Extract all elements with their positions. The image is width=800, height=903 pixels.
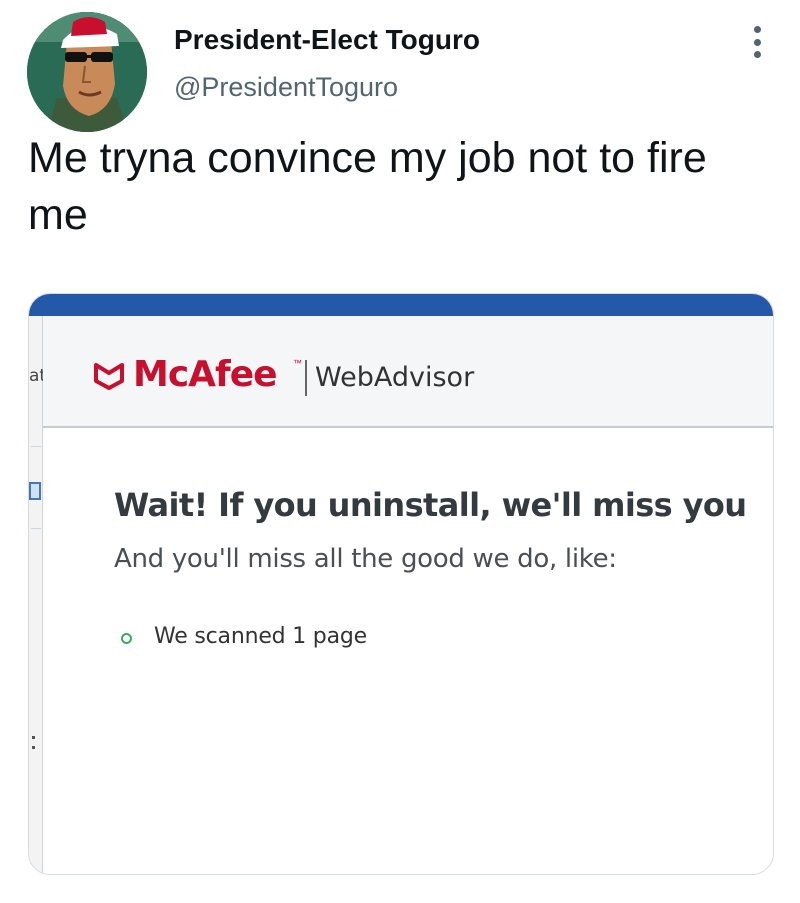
brand-divider <box>305 360 307 396</box>
mcafee-brand-name: McAfee <box>133 354 278 395</box>
browser-side-strip: at <box>29 316 46 874</box>
product-name: WebAdvisor <box>315 362 475 393</box>
mcafee-header: McAfee ™ WebAdvisor <box>43 316 773 428</box>
mcafee-shield-icon <box>94 363 124 390</box>
avatar-image <box>27 12 147 132</box>
trademark-mark: ™ <box>293 358 302 368</box>
more-dot <box>753 26 761 33</box>
side-divider <box>31 528 41 529</box>
avatar[interactable] <box>27 12 147 132</box>
browser-title-bar <box>29 294 773 316</box>
more-options-icon[interactable] <box>744 22 770 62</box>
side-widget-icon <box>29 482 41 500</box>
bullet-circle-icon <box>121 633 132 644</box>
benefit-text: We scanned 1 page <box>154 624 367 649</box>
uninstall-dialog-body: Wait! If you uninstall, we'll miss you A… <box>43 428 773 874</box>
more-dot <box>753 38 761 46</box>
dialog-subhead: And you'll miss all the good we do, like… <box>114 544 617 574</box>
tweet-text: Me tryna convince my job not to fire me <box>28 134 707 239</box>
more-dot <box>753 51 761 58</box>
side-divider <box>31 446 41 447</box>
user-handle[interactable]: @PresidentToguro <box>174 72 398 103</box>
side-dot <box>32 736 35 739</box>
side-dot <box>32 746 35 749</box>
dialog-headline: Wait! If you uninstall, we'll miss you <box>114 486 747 524</box>
tweet-media[interactable]: at McAfee ™ WebAdvisor Wait! If you unin… <box>28 293 774 875</box>
display-name[interactable]: President-Elect Toguro <box>174 24 480 56</box>
